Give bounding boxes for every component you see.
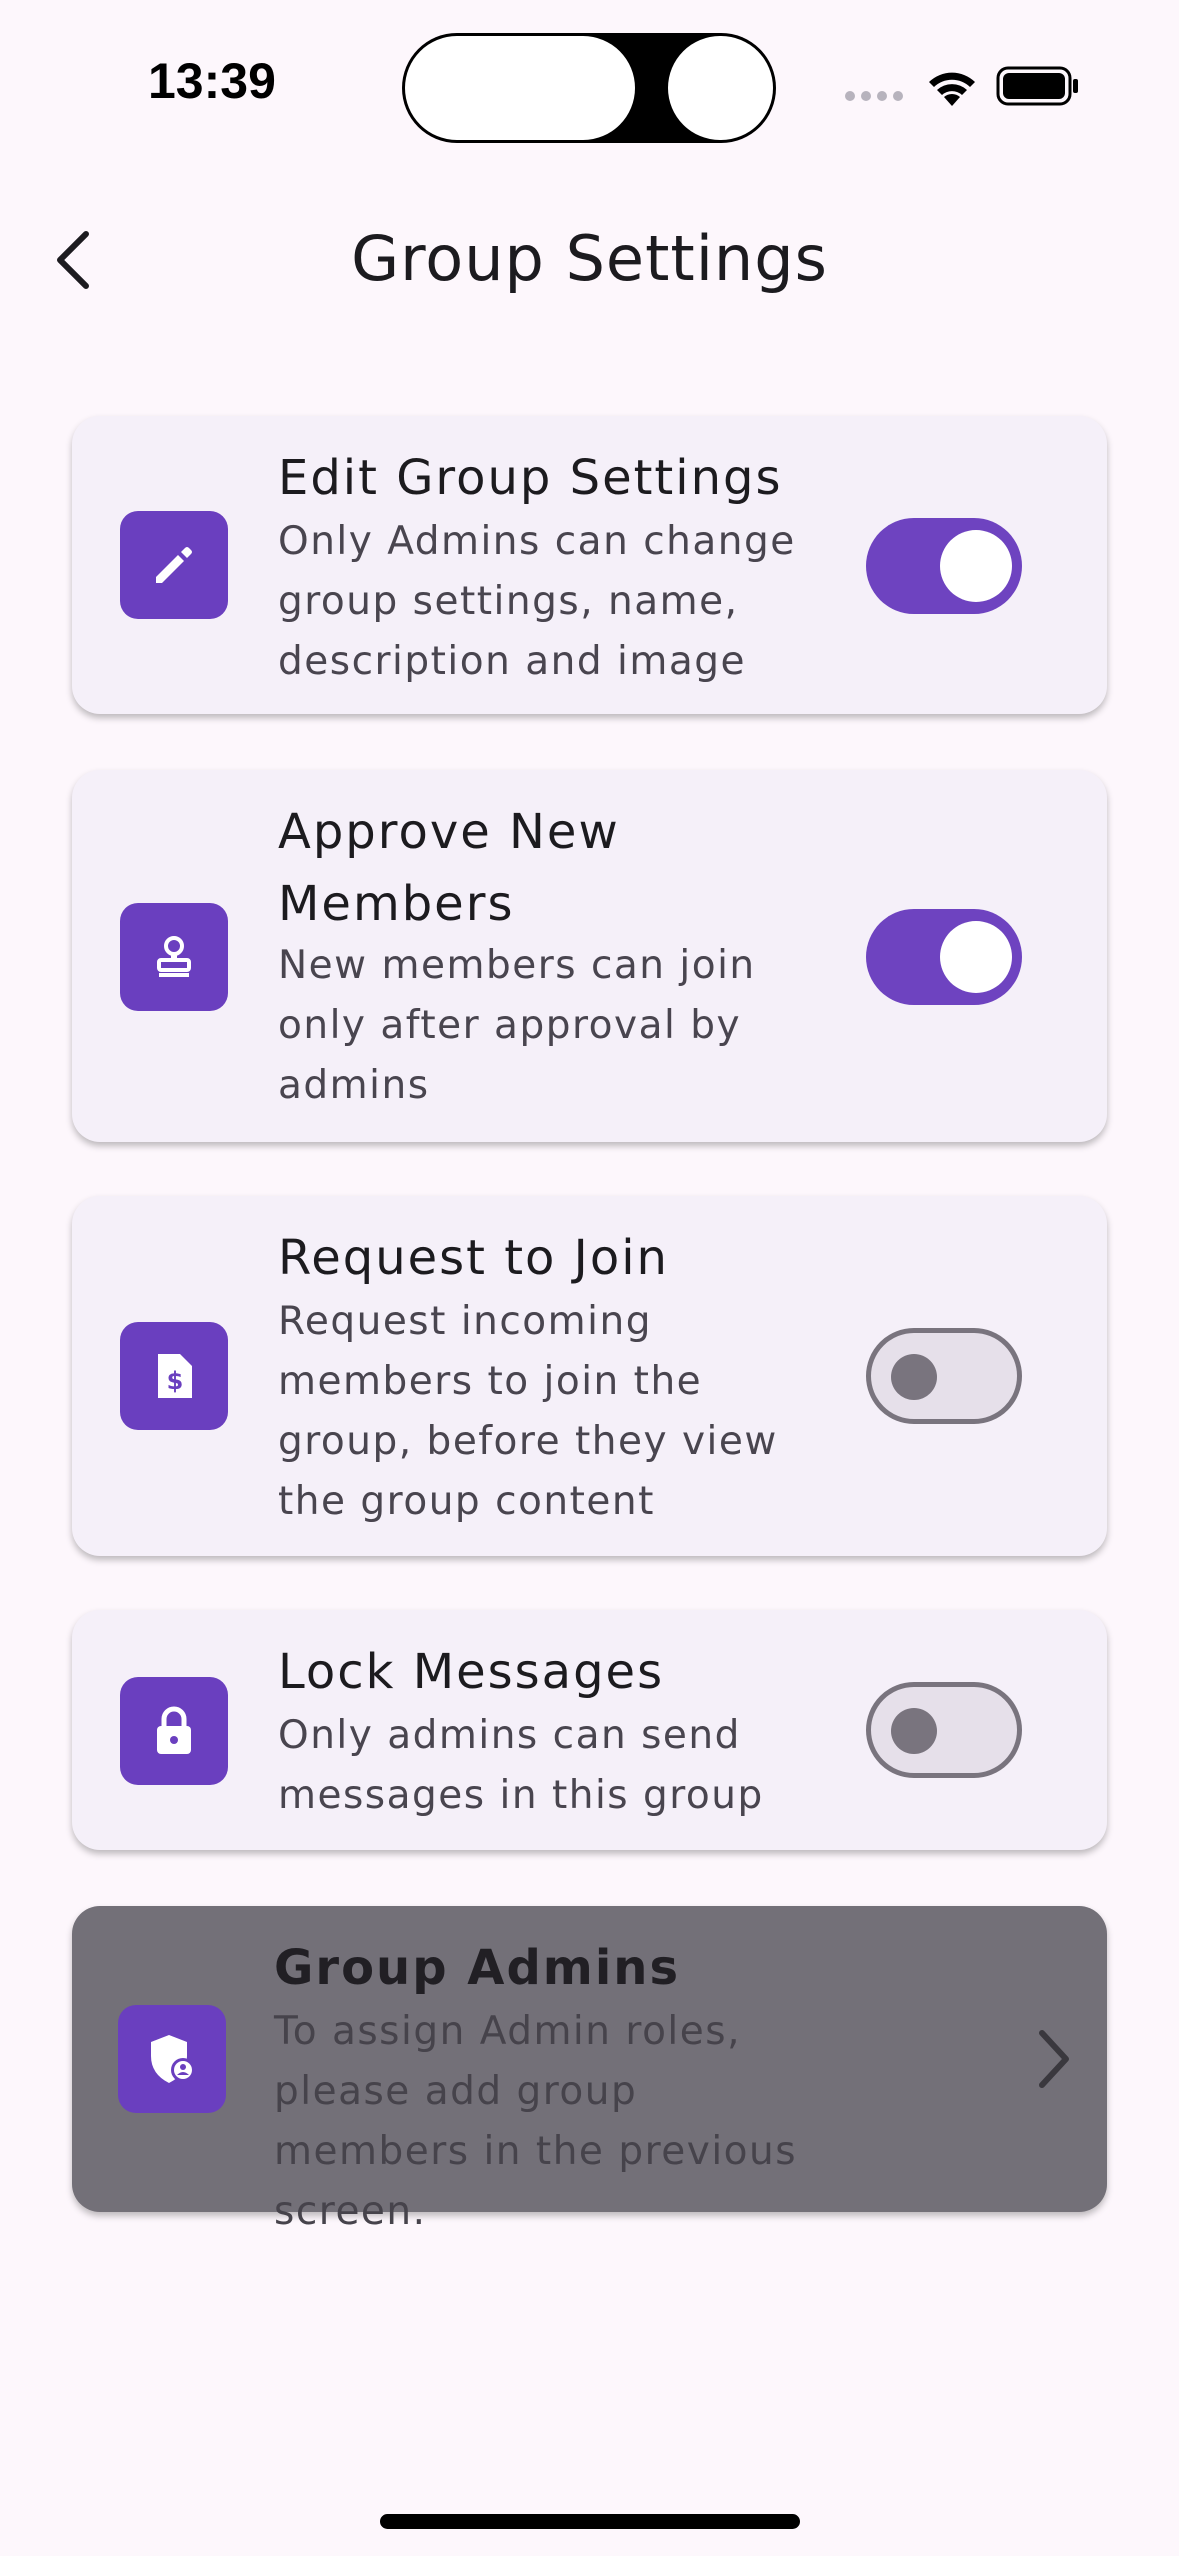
lock-messages-card: Lock Messages Only admins can send messa… xyxy=(72,1610,1107,1850)
wifi-icon xyxy=(929,72,975,106)
setting-description: Request incoming members to join the gro… xyxy=(278,1299,778,1524)
group-admins-card[interactable]: Group Admins To assign Admin roles, plea… xyxy=(72,1906,1107,2234)
edit-group-settings-card: Edit Group Settings Only Admins can chan… xyxy=(72,416,1107,714)
toggle-knob xyxy=(891,1354,937,1400)
cellular-signal-icon xyxy=(845,91,903,101)
approve-new-members-toggle[interactable] xyxy=(866,909,1022,1005)
setting-icon-box xyxy=(120,1677,228,1785)
lock-icon xyxy=(157,1706,191,1754)
setting-description: Only Admins can change group settings, n… xyxy=(278,519,796,684)
edit-group-settings-toggle[interactable] xyxy=(866,518,1022,614)
setting-icon-box xyxy=(120,903,228,1011)
setting-icon-box: $ xyxy=(120,1322,228,1430)
setting-title: Request to Join xyxy=(278,1230,669,1286)
pencil-icon xyxy=(156,547,192,583)
setting-icon-box xyxy=(118,2005,226,2113)
stamp-icon xyxy=(157,936,191,977)
setting-title: Lock Messages xyxy=(278,1644,665,1700)
group-admins-description: To assign Admin roles, please add group … xyxy=(274,2009,798,2234)
page-title: Group Settings xyxy=(351,222,828,295)
setting-icon-box xyxy=(120,511,228,619)
setting-title: Edit Group Settings xyxy=(278,450,783,506)
request-to-join-toggle[interactable] xyxy=(866,1328,1022,1424)
svg-text:$: $ xyxy=(167,1367,184,1395)
group-admins-title: Group Admins xyxy=(274,1940,681,1996)
island-pill xyxy=(405,36,635,140)
setting-description: Only admins can send messages in this gr… xyxy=(278,1713,764,1818)
toggle-knob xyxy=(940,530,1012,602)
group-settings-screen: 13:39 Group Settings Edit Group Settings… xyxy=(0,0,1179,2556)
admin-shield-icon xyxy=(151,2035,195,2083)
dollar-document-icon: $ xyxy=(158,1354,192,1398)
dynamic-island xyxy=(402,33,776,143)
request-to-join-card: $ Request to Join Request incoming membe… xyxy=(72,1196,1107,1556)
island-camera xyxy=(668,36,773,140)
battery-icon xyxy=(996,66,1078,106)
status-time: 13:39 xyxy=(148,53,276,109)
chevron-right-icon xyxy=(1039,2030,1069,2088)
toggle-knob xyxy=(891,1708,937,1754)
lock-messages-toggle[interactable] xyxy=(866,1682,1022,1778)
home-indicator[interactable] xyxy=(380,2514,800,2529)
toggle-knob xyxy=(940,921,1012,993)
setting-title: Approve New Members xyxy=(278,804,620,932)
setting-description: New members can join only after approval… xyxy=(278,943,756,1108)
approve-new-members-card: Approve New Members New members can join… xyxy=(72,770,1107,1142)
